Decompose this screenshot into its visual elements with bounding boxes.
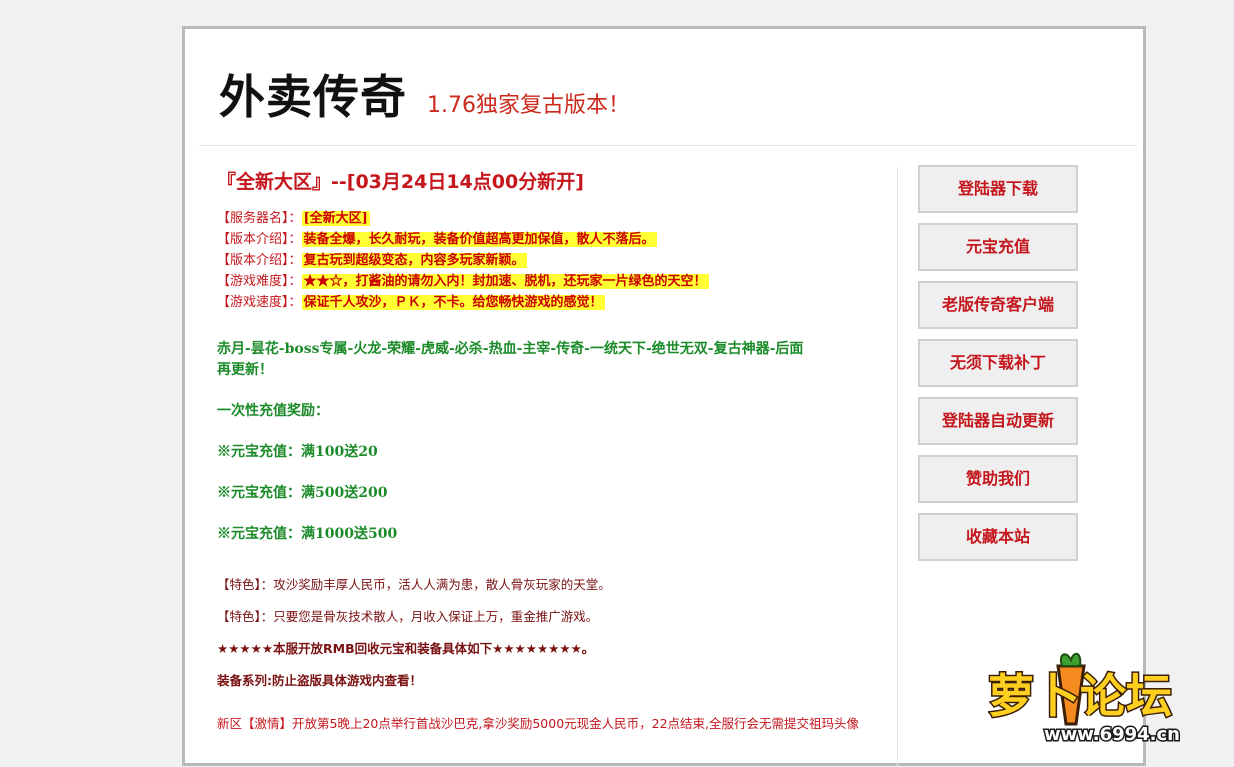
- main-content: 『全新大区』--[03月24日14点00分新开] 【服务器名】： [全新大区] 【…: [217, 167, 887, 732]
- feature-line: 【特色】：只要您是骨灰技术散人，月收入保证上万，重金推广游戏。: [217, 609, 599, 624]
- reward-title: 一次性充值奖励：: [217, 403, 329, 419]
- launcher-download-button[interactable]: 登陆器下载: [918, 165, 1078, 213]
- watermark-url: www.6994.cn: [1044, 724, 1180, 745]
- server-heading: 『全新大区』--[03月24日14点00分新开]: [217, 171, 584, 193]
- info-value: [全新大区]: [301, 211, 370, 226]
- info-row-difficulty: 【游戏难度】： ★★☆，打酱油的请勿入内！封加速、脱机，还玩家一片绿色的天空！: [217, 271, 887, 292]
- bookmark-button[interactable]: 收藏本站: [918, 513, 1078, 561]
- info-label: 【游戏速度】：: [217, 295, 302, 310]
- info-row-speed: 【游戏速度】： 保证千人攻沙，ＰＫ，不卡。给您畅快游戏的感觉！: [217, 292, 887, 313]
- info-label: 【版本介绍】：: [217, 253, 302, 268]
- feature-line: 【特色】：攻沙奖励丰厚人民币，活人人满为患，散人骨灰玩家的天堂。: [217, 577, 611, 592]
- recycle-line: ★★★★★本服开放RMB回收元宝和装备具体如下★★★★★★★★。: [217, 641, 595, 656]
- info-label: 【服务器名】：: [217, 211, 302, 226]
- site-title: 外卖传奇: [219, 70, 407, 124]
- info-value: ★★☆，打酱油的请勿入内！封加速、脱机，还玩家一片绿色的天空！: [301, 274, 709, 289]
- watermark-text: 萝卜论坛: [988, 669, 1172, 723]
- site-header: 外卖传奇 1.76独家复古版本！: [199, 29, 1137, 146]
- old-client-button[interactable]: 老版传奇客户端: [918, 281, 1078, 329]
- launcher-update-button[interactable]: 登陆器自动更新: [918, 397, 1078, 445]
- reward-line: ※元宝充值：满500送200: [217, 485, 388, 501]
- difficulty-stars: ★★☆: [303, 274, 343, 289]
- watermark-logo: 萝卜论坛 www.6994.cn: [987, 646, 1228, 747]
- info-value: 装备全爆，长久耐玩，装备价值超高更加保值，散人不落后。: [301, 232, 657, 247]
- watermark-logo-icon: 萝卜论坛 www.6994.cn: [987, 652, 1182, 747]
- info-label: 【游戏难度】：: [217, 274, 302, 289]
- difficulty-text: ，打酱油的请勿入内！封加速、脱机，还玩家一片绿色的天空！: [342, 274, 707, 289]
- recharge-button[interactable]: 元宝充值: [918, 223, 1078, 271]
- info-label: 【版本介绍】：: [217, 232, 302, 247]
- sponsor-button[interactable]: 赞助我们: [918, 455, 1078, 503]
- info-row-version-2: 【版本介绍】： 复古玩到超级变态，内容多玩家新颖。: [217, 250, 887, 271]
- column-divider: [897, 167, 898, 767]
- features-block: 【特色】：攻沙奖励丰厚人民币，活人人满为患，散人骨灰玩家的天堂。 【特色】：只要…: [217, 569, 887, 697]
- news-line: 新区【激情】开放第5晚上20点举行首战沙巴克,拿沙奖励5000元现金人民币，22…: [217, 716, 860, 731]
- reward-line: ※元宝充值：满1000送500: [217, 526, 398, 542]
- item-list-line-2: 再更新！: [217, 362, 273, 378]
- equipment-line: 装备系列:防止盗版具体游戏内查看！: [217, 673, 422, 688]
- site-subtitle: 1.76独家复古版本！: [427, 93, 630, 118]
- sidebar: 登陆器下载 元宝充值 老版传奇客户端 无须下载补丁 登陆器自动更新 赞助我们 收…: [918, 165, 1078, 571]
- reward-line: ※元宝充值：满100送20: [217, 444, 378, 460]
- info-value: 保证千人攻沙，ＰＫ，不卡。给您畅快游戏的感觉！: [301, 295, 605, 310]
- item-list-line-1: 赤月-昙花-boss专属-火龙-荣耀-虎威-必杀-热血-主宰-传奇-一统天下-绝…: [217, 341, 804, 357]
- no-patch-button[interactable]: 无须下载补丁: [918, 339, 1078, 387]
- info-row-version-1: 【版本介绍】： 装备全爆，长久耐玩，装备价值超高更加保值，散人不落后。: [217, 229, 887, 250]
- info-value: 复古玩到超级变态，内容多玩家新颖。: [301, 253, 527, 268]
- info-row-server-name: 【服务器名】： [全新大区]: [217, 208, 887, 229]
